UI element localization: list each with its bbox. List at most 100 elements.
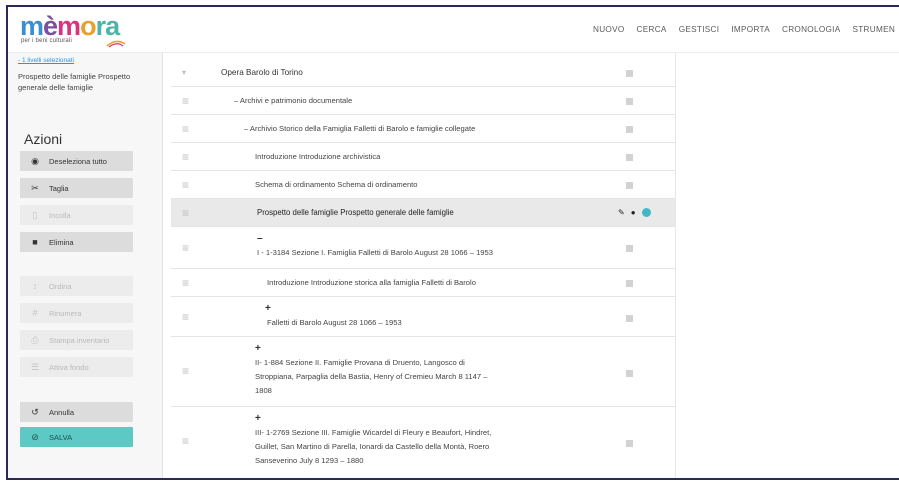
tree-row[interactable]: ≡ + Falletti di Barolo August 28 1066 – … [171,297,675,337]
tree-node-text: Opera Barolo di Torino [221,68,303,77]
sort-button[interactable]: ↕ Ordina [20,276,133,296]
row-square-icon[interactable] [626,154,633,161]
undo-icon: ↺ [31,406,39,417]
action-label: SALVA [49,432,73,442]
main-nav: NUOVO CERCA GESTISCI IMPORTA CRONOLOGIA … [593,25,899,34]
list-icon: ☰ [30,361,40,372]
action-label: Ordina [49,281,72,291]
drag-handle-icon[interactable]: ≡ [182,277,198,289]
row-square-icon[interactable] [626,182,633,189]
tree-node-text: 1808 [255,386,272,395]
tree-node-text: Stroppiana, Parpaglia della Bastia, Henr… [255,372,488,381]
drag-handle-icon[interactable]: ≡ [182,95,198,107]
logo-wordmark: mèmora [20,11,120,41]
drag-handle-icon[interactable]: ≡ [182,311,198,323]
tree-node-text: Schema di ordinamento Schema di ordiname… [255,180,418,189]
memora-logo[interactable]: mèmora per i beni culturali [20,11,160,49]
renumber-button[interactable]: # Rinumera [20,303,133,323]
drag-handle-icon[interactable]: ≡ [182,179,198,191]
tree-row[interactable]: ≡ Introduzione Introduzione storica alla… [171,269,675,297]
tree-node-text: Prospetto delle famiglie Prospetto gener… [257,208,454,217]
renumber-icon: # [32,308,38,318]
tree-node-text: – Archivio Storico della Famiglia Fallet… [244,124,476,133]
action-label: Elimina [49,237,74,247]
drag-handle-icon[interactable]: ≡ [182,207,198,219]
nav-cerca[interactable]: CERCA [637,25,667,34]
tree-row[interactable]: ≡ + III- 1-2769 Sezione III. Famiglie Wi… [171,407,675,477]
tree-row[interactable]: ≡ – Archivio Storico della Famiglia Fall… [171,115,675,143]
tree-node-text: Introduzione Introduzione storica alla f… [267,278,476,287]
sort-icon: ↕ [32,281,38,291]
row-square-icon[interactable] [626,70,633,77]
logo-swoosh-icon [106,40,126,48]
selected-levels-link[interactable]: - 1 livelli selezionati [18,57,74,64]
logo-tagline: per i beni culturali [21,38,73,44]
row-square-icon[interactable] [626,280,633,287]
activate-fund-button[interactable]: ☰ Attiva fondo [20,357,133,377]
action-label: Stampa inventario [49,335,110,345]
save-button[interactable]: ⊘ SALVA [20,427,133,447]
tree-row-selected[interactable]: ≡ Prospetto delle famiglie Prospetto gen… [171,199,675,227]
sidebar: - 1 livelli selezionati Prospetto delle … [8,53,163,478]
delete-button[interactable]: ■ Elimina [20,232,133,252]
action-label: Attiva fondo [49,362,89,372]
tree-row[interactable]: ≡ – Archivi e patrimonio documentale [171,87,675,115]
tree-node-text: III- 1-2769 Sezione III. Famiglie Wicard… [255,428,492,437]
nav-cronologia[interactable]: CRONOLOGIA [782,25,841,34]
expand-toggle[interactable]: + [255,344,261,354]
action-label: Incolla [49,210,71,220]
pencil-icon[interactable]: ✎ [618,208,625,217]
actions-heading: Azioni [24,131,63,147]
row-square-icon[interactable] [626,98,633,105]
row-square-icon[interactable] [626,440,633,447]
undo-button[interactable]: ↺ Annulla [20,402,133,422]
panel-divider [675,53,676,478]
tree-node-text: Introduzione Introduzione archivistica [255,152,381,161]
action-label: Annulla [49,407,75,417]
action-label: Taglia [49,183,69,193]
nav-importa[interactable]: IMPORTA [731,25,770,34]
drag-handle-icon[interactable]: ≡ [182,365,198,377]
expand-toggle[interactable]: + [255,414,261,424]
selected-item-description: Prospetto delle famiglie Prospetto gener… [18,72,131,92]
tree-row[interactable]: ≡ + II- 1-884 Sezione II. Famiglie Prova… [171,337,675,407]
collapse-toggle[interactable]: – [257,234,263,244]
row-tools: ✎ ● [618,208,651,217]
row-square-icon[interactable] [626,245,633,252]
print-icon: ⎙ [31,334,39,345]
tree-node-text: Falletti di Barolo August 28 1066 – 1953 [267,318,402,327]
save-icon: ⊘ [31,431,39,442]
tree-node-text: – Archivi e patrimonio documentale [234,96,353,105]
status-dot-icon[interactable] [641,208,651,217]
tree-node-text: Sanseverino July 8 1293 – 1880 [255,456,364,465]
tree-node-text: I - 1-3184 Sezione I. Famiglia Falletti … [257,248,493,257]
scissors-icon: ✂ [31,182,39,193]
tree-row[interactable]: ≡ Schema di ordinamento Schema di ordina… [171,171,675,199]
action-label: Deseleziona tutto [49,156,107,166]
cut-button[interactable]: ✂ Taglia [20,178,133,198]
drag-handle-icon[interactable]: ≡ [182,151,198,163]
paste-icon: ▯ [32,209,38,220]
tree-row[interactable]: ▾ Opera Barolo di Torino [171,59,675,87]
drag-handle-icon[interactable]: ≡ [182,123,198,135]
tree-row[interactable]: ≡ – I - 1-3184 Sezione I. Famiglia Falle… [171,227,675,269]
print-inventory-button[interactable]: ⎙ Stampa inventario [20,330,133,350]
nav-nuovo[interactable]: NUOVO [593,25,625,34]
app-window: mèmora per i beni culturali NUOVO CERCA … [6,5,899,480]
drag-handle-icon[interactable]: ≡ [182,242,198,254]
target-icon: ◉ [31,155,39,166]
top-bar: mèmora per i beni culturali NUOVO CERCA … [8,7,899,53]
tree-row[interactable]: ≡ Introduzione Introduzione archivistica [171,143,675,171]
paste-button[interactable]: ▯ Incolla [20,205,133,225]
row-square-icon[interactable] [626,315,633,322]
eye-icon[interactable]: ● [631,208,636,217]
tree-node-text: Guillet, San Martino di Parella, Ionardi… [255,442,490,451]
row-square-icon[interactable] [626,370,633,377]
nav-strumenti[interactable]: STRUMEN [853,25,896,34]
collapse-chevron-icon[interactable]: ▾ [182,68,198,78]
expand-toggle[interactable]: + [265,304,271,314]
row-square-icon[interactable] [626,126,633,133]
deselect-all-button[interactable]: ◉ Deseleziona tutto [20,151,133,171]
drag-handle-icon[interactable]: ≡ [182,435,198,447]
nav-gestisci[interactable]: GESTISCI [679,25,720,34]
